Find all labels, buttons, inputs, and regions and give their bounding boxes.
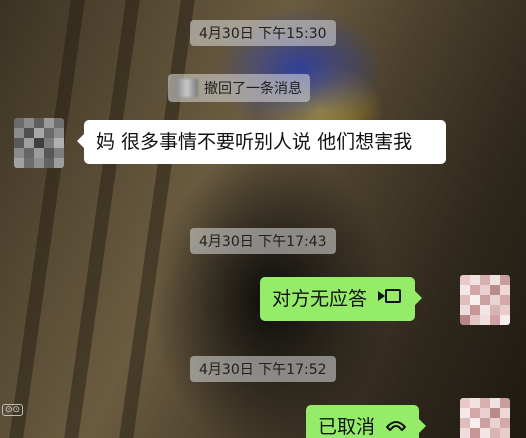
incoming-message-bubble[interactable]: 妈 很多事情不要听别人说 他们想害我	[77, 120, 446, 164]
avatar-mosaic	[14, 118, 64, 168]
call-record-bubble[interactable]: 对方无应答	[260, 277, 423, 321]
incoming-message-text: 妈 很多事情不要听别人说 他们想害我	[96, 131, 413, 153]
my-avatar[interactable]	[460, 398, 510, 438]
timestamp: 4月30日 下午17:52	[190, 356, 336, 382]
watermark-badge: ⊙⊙	[2, 404, 24, 416]
phone-icon	[385, 414, 407, 438]
call-status-text: 已取消	[318, 416, 376, 438]
avatar-mosaic	[460, 398, 510, 438]
my-avatar[interactable]	[460, 275, 510, 325]
call-record-bubble[interactable]: 已取消	[306, 405, 427, 438]
timestamp: 4月30日 下午15:30	[190, 20, 336, 46]
recall-text: 撤回了一条消息	[204, 81, 302, 97]
avatar-mosaic	[460, 275, 510, 325]
contact-avatar[interactable]	[14, 118, 64, 168]
call-status-text: 对方无应答	[272, 288, 368, 310]
recall-notice: 撤回了一条消息	[168, 74, 310, 102]
blurred-name	[176, 79, 198, 97]
timestamp: 4月30日 下午17:43	[190, 228, 336, 254]
video-call-icon	[377, 286, 403, 312]
